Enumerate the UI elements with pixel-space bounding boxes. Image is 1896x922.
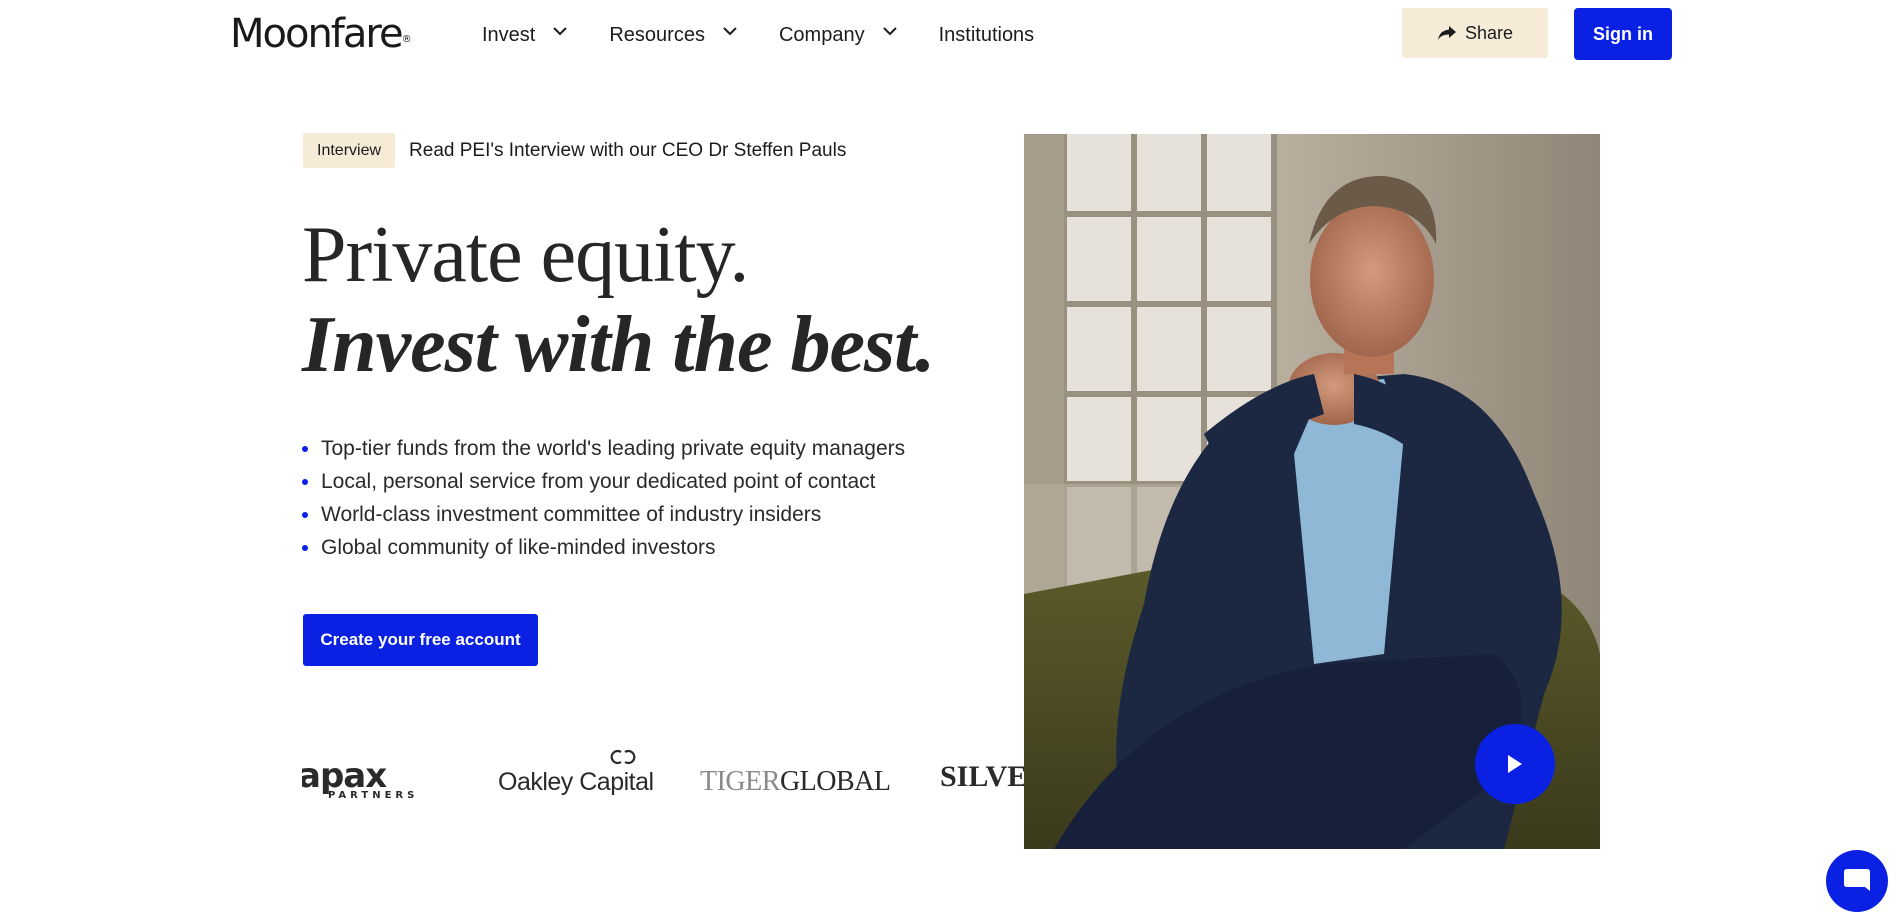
tiger-global-logo: TIGERGLOBAL bbox=[700, 766, 891, 798]
apax-partners-logo: apax PARTNERS bbox=[302, 756, 418, 801]
moonfare-logo[interactable]: Moonfare® bbox=[230, 12, 412, 56]
play-button[interactable] bbox=[1475, 724, 1555, 804]
announcement-link[interactable]: Read PEI's Interview with our CEO Dr Ste… bbox=[409, 140, 846, 162]
oakley-logo-text: Oakley Capital bbox=[498, 768, 654, 796]
silver-lake-logo: SILVER bbox=[940, 760, 1024, 794]
list-item: World-class investment committee of indu… bbox=[302, 498, 905, 531]
chevron-down-icon bbox=[553, 26, 568, 38]
tiger-logo-text-b: GLOBAL bbox=[779, 766, 891, 797]
nav-item-label: Institutions bbox=[938, 23, 1035, 46]
list-item: Global community of like-minded investor… bbox=[302, 531, 905, 564]
chat-launcher-button[interactable] bbox=[1826, 850, 1888, 912]
share-arrow-icon bbox=[1437, 25, 1457, 41]
bullet-text: Local, personal service from your dedica… bbox=[321, 470, 876, 493]
chevron-down-icon bbox=[723, 26, 737, 38]
nav-item-label: Company bbox=[778, 23, 865, 46]
bullet-text: World-class investment committee of indu… bbox=[321, 503, 822, 526]
nav-item-label: Resources bbox=[609, 23, 705, 46]
hero-video[interactable] bbox=[1024, 134, 1600, 849]
headline-line-2: Invest with the best. bbox=[302, 301, 935, 389]
logo-registered-mark: ® bbox=[401, 34, 412, 45]
nav-item-invest[interactable]: Invest bbox=[482, 20, 568, 50]
interview-badge: Interview bbox=[303, 133, 396, 168]
main-nav: Invest Resources Company Institutions bbox=[482, 20, 1078, 50]
nav-item-resources[interactable]: Resources bbox=[609, 20, 737, 50]
share-button[interactable]: Share bbox=[1402, 8, 1548, 58]
nav-item-label: Invest bbox=[482, 23, 536, 46]
hero-headline: Private equity. Invest with the best. bbox=[302, 210, 935, 390]
tiger-logo-text-a: TIGER bbox=[700, 766, 780, 797]
oakley-capital-logo: Oakley Capital bbox=[498, 749, 654, 797]
share-label: Share bbox=[1464, 22, 1514, 43]
nav-item-institutions[interactable]: Institutions bbox=[939, 20, 1035, 50]
play-icon bbox=[1508, 755, 1522, 773]
partner-logos-carousel: apax PARTNERS Oakley Capital TIGERGLOBAL… bbox=[302, 746, 1024, 808]
chat-bubble-icon bbox=[1844, 869, 1870, 891]
sign-in-label: Sign in bbox=[1593, 23, 1653, 44]
benefits-list: Top-tier funds from the world's leading … bbox=[302, 432, 905, 564]
nav-item-company[interactable]: Company bbox=[778, 20, 897, 50]
logo-text: Moonfare bbox=[230, 11, 404, 57]
headline-line-1: Private equity. bbox=[302, 211, 749, 299]
bullet-text: Top-tier funds from the world's leading … bbox=[321, 437, 906, 460]
announcement-bar: Interview Read PEI's Interview with our … bbox=[303, 133, 846, 168]
bullet-dot-icon bbox=[302, 478, 308, 485]
bullet-dot-icon bbox=[302, 544, 308, 551]
create-account-button[interactable]: Create your free account bbox=[303, 614, 538, 666]
oakley-mark-icon bbox=[610, 749, 636, 765]
bullet-dot-icon bbox=[302, 511, 308, 518]
apax-logo-subtext: PARTNERS bbox=[328, 790, 419, 801]
silver-logo-text: SILVER bbox=[940, 760, 1024, 793]
list-item: Top-tier funds from the world's leading … bbox=[302, 432, 905, 465]
list-item: Local, personal service from your dedica… bbox=[302, 465, 905, 498]
bullet-dot-icon bbox=[302, 445, 308, 452]
cta-label: Create your free account bbox=[320, 630, 521, 649]
bullet-text: Global community of like-minded investor… bbox=[321, 536, 716, 559]
chevron-down-icon bbox=[882, 26, 897, 38]
site-header: Moonfare® Invest Resources Company Insti… bbox=[0, 0, 1896, 68]
sign-in-button[interactable]: Sign in bbox=[1574, 8, 1672, 60]
